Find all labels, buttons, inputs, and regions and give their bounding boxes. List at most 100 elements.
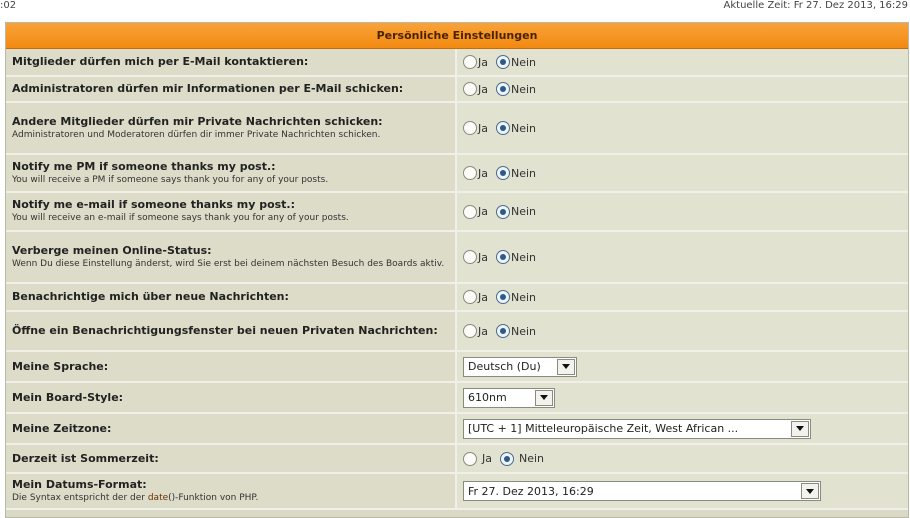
top-bar: :02 Aktuelle Zeit: Fr 27. Dez 2013, 16:2… xyxy=(0,0,910,16)
no-label: Nein xyxy=(511,82,537,96)
yes-label: Ja xyxy=(478,82,488,96)
settings-panel: Persönliche Einstellungen Mitglieder dür… xyxy=(5,22,909,518)
setting-value-cell: Ja Nein xyxy=(457,155,908,191)
yes-radio[interactable] xyxy=(463,204,477,219)
dst-yes-radio[interactable] xyxy=(463,451,477,466)
no-label: Nein xyxy=(511,55,537,69)
no-radio[interactable] xyxy=(496,250,510,264)
language-select-value: Deutsch (Du) xyxy=(468,360,541,373)
language-select[interactable]: Deutsch (Du) xyxy=(463,356,577,377)
dst-row: Derzeit ist Sommerzeit: Ja Nein xyxy=(6,445,908,474)
setting-title: Notify me e-mail if someone thanks my po… xyxy=(12,198,296,211)
radio-group: Ja Nein xyxy=(463,82,544,96)
setting-row: Administratoren dürfen mir Informationen… xyxy=(6,77,908,103)
chevron-down-icon[interactable] xyxy=(791,420,809,437)
radio-group: Ja Nein xyxy=(463,290,544,304)
setting-label-cell: Öffne ein Benachrichtigungsfenster bei n… xyxy=(6,312,457,350)
setting-label-cell: Verberge meinen Online-Status: Wenn Du di… xyxy=(6,232,457,282)
no-label: Nein xyxy=(511,166,537,180)
board-style-select[interactable]: 610nm xyxy=(463,387,555,408)
yes-radio[interactable] xyxy=(463,324,477,338)
setting-row: Benachrichtige mich über neue Nachrichte… xyxy=(6,284,908,312)
setting-row: Andere Mitglieder dürfen mir Private Nac… xyxy=(6,103,908,155)
no-radio[interactable] xyxy=(496,324,510,338)
setting-row: Öffne ein Benachrichtigungsfenster bei n… xyxy=(6,312,908,352)
date-function-name: date xyxy=(147,492,169,503)
no-label: Nein xyxy=(511,250,537,264)
date-format-desc: Die Syntax entspricht der der date()-Fun… xyxy=(12,492,449,505)
date-format-row: Mein Datums-Format: Die Syntax entsprich… xyxy=(6,474,908,510)
setting-row: Verberge meinen Online-Status: Wenn Du di… xyxy=(6,232,908,284)
yes-radio[interactable] xyxy=(463,121,477,135)
setting-title: Administratoren dürfen mir Informationen… xyxy=(12,82,404,95)
setting-description: You will receive a PM if someone says th… xyxy=(12,174,329,185)
yes-radio[interactable] xyxy=(463,55,477,69)
chevron-down-icon[interactable] xyxy=(801,483,819,499)
timezone-select-value: [UTC + 1] Mitteleuropäische Zeit, West A… xyxy=(468,422,739,435)
setting-value-cell: Ja Nein xyxy=(457,232,908,282)
radio-group: Ja Nein xyxy=(463,121,544,135)
no-radio[interactable] xyxy=(496,55,510,69)
dst-label: Derzeit ist Sommerzeit: xyxy=(12,451,159,465)
setting-value-cell: Ja Nein xyxy=(457,312,908,350)
no-radio[interactable] xyxy=(496,82,510,96)
no-radio[interactable] xyxy=(496,290,510,304)
panel-title: Persönliche Einstellungen xyxy=(6,23,908,49)
setting-value-cell: Ja Nein xyxy=(457,77,908,101)
no-label: Nein xyxy=(511,121,537,135)
yes-label: Ja xyxy=(478,166,488,180)
setting-row: Mitglieder dürfen mich per E-Mail kontak… xyxy=(6,49,908,77)
yes-radio[interactable] xyxy=(463,250,477,264)
date-format-desc-prefix: Die Syntax entspricht der der xyxy=(12,492,148,503)
yes-label: Ja xyxy=(478,324,488,338)
yes-radio[interactable] xyxy=(463,290,477,304)
yes-label: Ja xyxy=(478,121,488,135)
board-style-row: Mein Board-Style: 610nm xyxy=(6,383,908,414)
setting-title: Benachrichtige mich über neue Nachrichte… xyxy=(12,290,289,303)
no-radio[interactable] xyxy=(496,166,510,180)
date-format-label: Mein Datums-Format: xyxy=(12,477,147,491)
setting-title: Verberge meinen Online-Status: xyxy=(12,243,212,257)
current-time: Aktuelle Zeit: Fr 27. Dez 2013, 16:29 xyxy=(723,0,908,11)
yes-label: Ja xyxy=(478,250,488,264)
radio-group: Ja Nein xyxy=(463,204,544,219)
setting-value-cell: Ja Nein xyxy=(457,284,908,310)
no-radio[interactable] xyxy=(496,121,510,135)
board-style-label: Mein Board-Style: xyxy=(12,390,124,404)
setting-title: Mitglieder dürfen mich per E-Mail kontak… xyxy=(12,55,309,68)
no-label: Nein xyxy=(511,290,537,304)
timezone-row: Meine Zeitzone: [UTC + 1] Mitteleuropäis… xyxy=(6,414,908,445)
date-format-select[interactable]: Fr 27. Dez 2013, 16:29 xyxy=(463,481,821,501)
setting-label-cell: Notify me PM if someone thanks my post.:… xyxy=(6,155,457,191)
setting-row: Notify me e-mail if someone thanks my po… xyxy=(6,193,908,232)
radio-group: Ja Nein xyxy=(463,324,544,338)
dst-no-radio[interactable] xyxy=(500,451,514,466)
chevron-down-icon[interactable] xyxy=(557,358,575,375)
board-style-select-value: 610nm xyxy=(468,391,507,404)
language-row: Meine Sprache: Deutsch (Du) xyxy=(6,352,908,383)
dst-yes-label: Ja xyxy=(482,452,492,465)
top-left-text: :02 xyxy=(0,0,17,11)
radio-group: Ja Nein xyxy=(463,250,544,264)
setting-label-cell: Notify me e-mail if someone thanks my po… xyxy=(6,193,457,230)
no-label: Nein xyxy=(511,324,537,338)
yes-radio[interactable] xyxy=(463,82,477,96)
setting-row: Notify me PM if someone thanks my post.:… xyxy=(6,155,908,193)
timezone-select[interactable]: [UTC + 1] Mitteleuropäische Zeit, West A… xyxy=(463,418,811,439)
yes-label: Ja xyxy=(478,205,488,218)
yes-radio[interactable] xyxy=(463,166,477,180)
setting-value-cell: Ja Nein xyxy=(457,193,908,230)
chevron-down-icon[interactable] xyxy=(535,389,553,406)
dst-no-label: Nein xyxy=(519,452,545,465)
date-format-desc-suffix: -Funktion von PHP. xyxy=(175,492,259,503)
setting-title: Andere Mitglieder dürfen mir Private Nac… xyxy=(12,114,383,128)
setting-value-cell: Ja Nein xyxy=(457,103,908,153)
setting-description: Administratoren und Moderatoren dürfen d… xyxy=(12,129,381,140)
timezone-label: Meine Zeitzone: xyxy=(12,421,112,435)
no-radio[interactable] xyxy=(496,204,510,219)
radio-group: Ja Nein xyxy=(463,55,544,69)
no-label: Nein xyxy=(511,205,537,218)
setting-label-cell: Mitglieder dürfen mich per E-Mail kontak… xyxy=(6,49,457,75)
setting-label-cell: Benachrichtige mich über neue Nachrichte… xyxy=(6,284,457,310)
yes-label: Ja xyxy=(478,290,488,304)
